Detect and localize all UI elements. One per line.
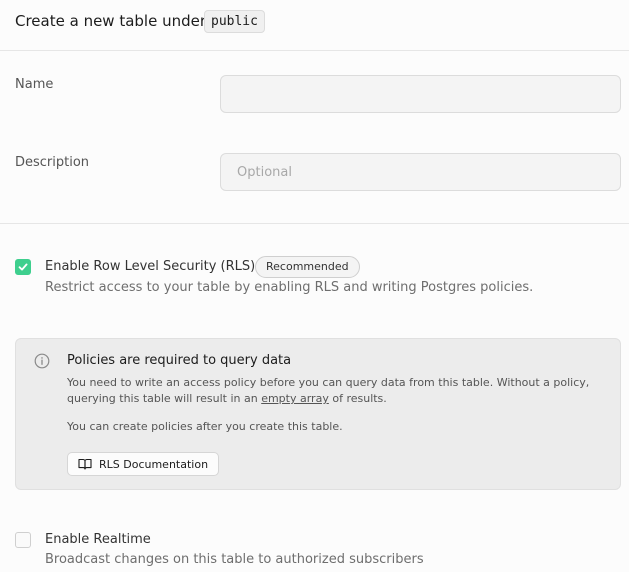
description-input[interactable] bbox=[220, 153, 621, 191]
section-divider bbox=[0, 223, 629, 224]
panel-title: Create a new table under bbox=[15, 12, 207, 30]
rls-documentation-label: RLS Documentation bbox=[99, 457, 209, 471]
notice-text-line-1: You need to write an access policy befor… bbox=[67, 376, 590, 389]
info-icon bbox=[34, 353, 50, 369]
realtime-description: Broadcast changes on this table to autho… bbox=[45, 552, 424, 567]
policy-notice: Policies are required to query data You … bbox=[15, 338, 621, 490]
notice-text-prefix: querying this table will result in an bbox=[67, 392, 262, 405]
notice-text-suffix: of results. bbox=[328, 392, 387, 405]
notice-text-line-3: You can create policies after you create… bbox=[67, 420, 343, 433]
rls-checkbox[interactable] bbox=[15, 259, 31, 275]
schema-name-code: public bbox=[204, 10, 265, 33]
panel-header: Create a new table under public bbox=[0, 0, 629, 51]
rls-title[interactable]: Enable Row Level Security (RLS) bbox=[45, 259, 255, 274]
empty-array-term: empty array bbox=[261, 392, 329, 405]
description-label: Description bbox=[15, 155, 90, 170]
name-label: Name bbox=[15, 77, 54, 92]
realtime-title[interactable]: Enable Realtime bbox=[45, 532, 151, 547]
book-icon bbox=[78, 458, 92, 470]
checkmark-icon bbox=[18, 263, 28, 271]
recommended-badge: Recommended bbox=[255, 256, 360, 278]
rls-documentation-button[interactable]: RLS Documentation bbox=[67, 452, 220, 476]
rls-description: Restrict access to your table by enablin… bbox=[45, 280, 534, 295]
name-input[interactable] bbox=[220, 75, 621, 113]
notice-title: Policies are required to query data bbox=[67, 353, 292, 368]
notice-text-line-2: querying this table will result in an em… bbox=[67, 392, 387, 405]
realtime-checkbox[interactable] bbox=[15, 532, 31, 548]
